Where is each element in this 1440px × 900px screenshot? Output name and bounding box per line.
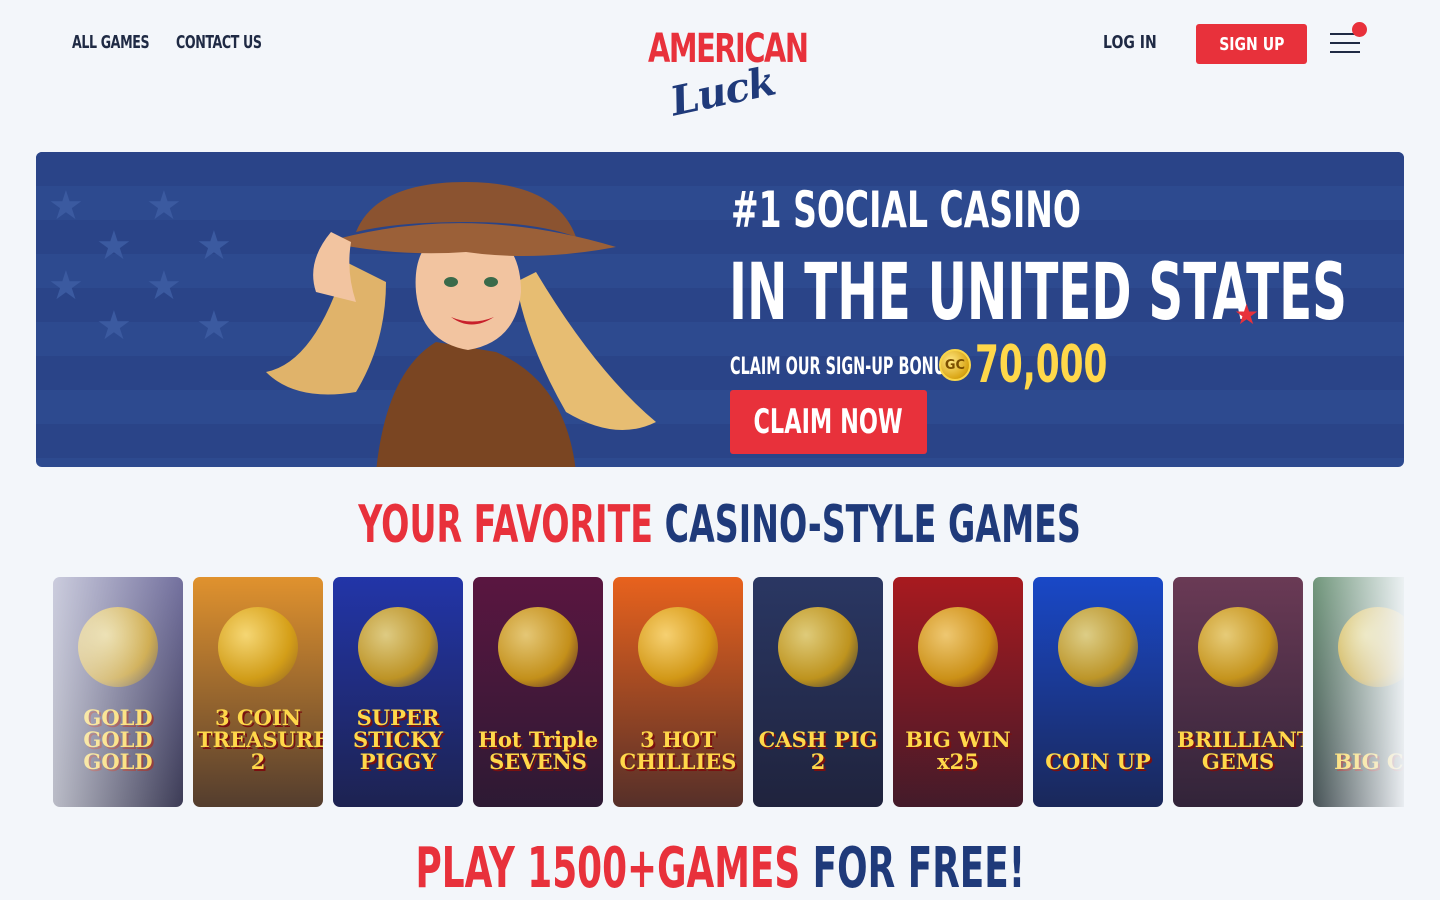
flag-star-icon: ★ <box>196 224 232 268</box>
flag-star-icon: ★ <box>48 264 84 308</box>
games-heading-red: YOUR FAVORITE <box>358 495 654 555</box>
games-heading-navy: CASINO-STYLE GAMES <box>665 495 1082 555</box>
game-tile[interactable]: GOLD GOLD GOLD <box>53 577 183 807</box>
game-tile-name: CASH PIG 2 <box>758 727 878 774</box>
game-art-icon <box>358 607 438 687</box>
game-tile[interactable]: 3 COIN TREASURES 2 <box>193 577 323 807</box>
notification-dot <box>1352 22 1367 37</box>
play-section-heading: PLAY 1500+GAMES FOR FREE! <box>0 836 1440 900</box>
hamburger-menu-icon[interactable] <box>1328 22 1367 56</box>
gold-coin-icon: GC <box>939 349 971 381</box>
login-link[interactable]: LOG IN <box>1103 32 1157 53</box>
game-tile[interactable]: COIN UP <box>1033 577 1163 807</box>
game-tile[interactable]: Hot Triple SEVENS <box>473 577 603 807</box>
game-tile-name: 3 HOT CHILLIES <box>619 727 737 774</box>
game-tile-name: COIN UP <box>1045 749 1151 774</box>
game-art-icon <box>1198 607 1278 687</box>
game-art-icon <box>918 607 998 687</box>
flag-star-icon: ★ <box>146 184 182 228</box>
game-tile[interactable]: SUPER STICKY PIGGY <box>333 577 463 807</box>
game-art-icon <box>778 607 858 687</box>
menu-bar <box>1330 42 1360 44</box>
game-tile-name: SUPER STICKY PIGGY <box>352 705 443 774</box>
game-tile-name: BIG WIN x25 <box>905 727 1011 774</box>
game-art-icon <box>638 607 718 687</box>
hero-banner: ★ ★ ★ ★ ★ ★ ★ ★ #1 SOCIAL CASINO IN THE … <box>36 152 1404 467</box>
game-tile[interactable]: CASH PIG 2 <box>753 577 883 807</box>
game-tile[interactable]: BIG WIN x25 <box>893 577 1023 807</box>
site-header: ALL GAMES CONTACT US AMERICAN Luck LOG I… <box>0 0 1440 130</box>
play-heading-red: PLAY 1500+GAMES <box>415 836 800 900</box>
game-tile-name: 3 COIN TREASURES 2 <box>197 705 323 774</box>
game-tile-name: BIG CO <box>1334 749 1404 774</box>
game-art-icon <box>1338 607 1404 687</box>
bonus-label: CLAIM OUR SIGN-UP BONUS <box>730 352 956 380</box>
flag-star-icon: ★ <box>96 304 132 348</box>
claim-now-button[interactable]: CLAIM NOW <box>730 390 927 454</box>
bonus-amount: 70,000 <box>975 335 1108 395</box>
game-art-icon <box>498 607 578 687</box>
game-art-icon <box>78 607 158 687</box>
game-tile[interactable]: 3 HOT CHILLIES <box>613 577 743 807</box>
game-tile-name: GOLD GOLD GOLD <box>83 705 153 774</box>
game-tile-name: BRILLIANT GEMS <box>1177 727 1303 774</box>
nav-all-games[interactable]: ALL GAMES <box>72 32 150 56</box>
cowgirl-illustration <box>266 182 656 467</box>
red-star-icon: ★ <box>1234 299 1260 330</box>
game-art-icon <box>218 607 298 687</box>
flag-star-icon: ★ <box>48 184 84 228</box>
signup-button[interactable]: SIGN UP <box>1196 24 1307 64</box>
american-luck-logo[interactable]: AMERICAN Luck <box>648 26 809 126</box>
game-tile[interactable]: BIG CO <box>1313 577 1404 807</box>
game-tile[interactable]: BRILLIANT GEMS <box>1173 577 1303 807</box>
hero-title-line1: #1 SOCIAL CASINO <box>731 181 1081 239</box>
game-tile-name: Hot Triple SEVENS <box>477 727 599 774</box>
claim-now-label: CLAIM NOW <box>753 402 904 442</box>
flag-star-icon: ★ <box>196 304 232 348</box>
flag-star-icon: ★ <box>96 224 132 268</box>
signup-button-label: SIGN UP <box>1218 33 1285 55</box>
games-carousel[interactable]: GOLD GOLD GOLD 3 COIN TREASURES 2 SUPER ST… <box>53 577 1404 807</box>
nav-contact-us[interactable]: CONTACT US <box>176 32 262 56</box>
game-art-icon <box>1058 607 1138 687</box>
games-section-heading: YOUR FAVORITE CASINO-STYLE GAMES <box>0 494 1440 556</box>
menu-bar <box>1330 51 1360 53</box>
play-heading-navy: FOR FREE! <box>812 836 1025 900</box>
flag-star-icon: ★ <box>146 264 182 308</box>
